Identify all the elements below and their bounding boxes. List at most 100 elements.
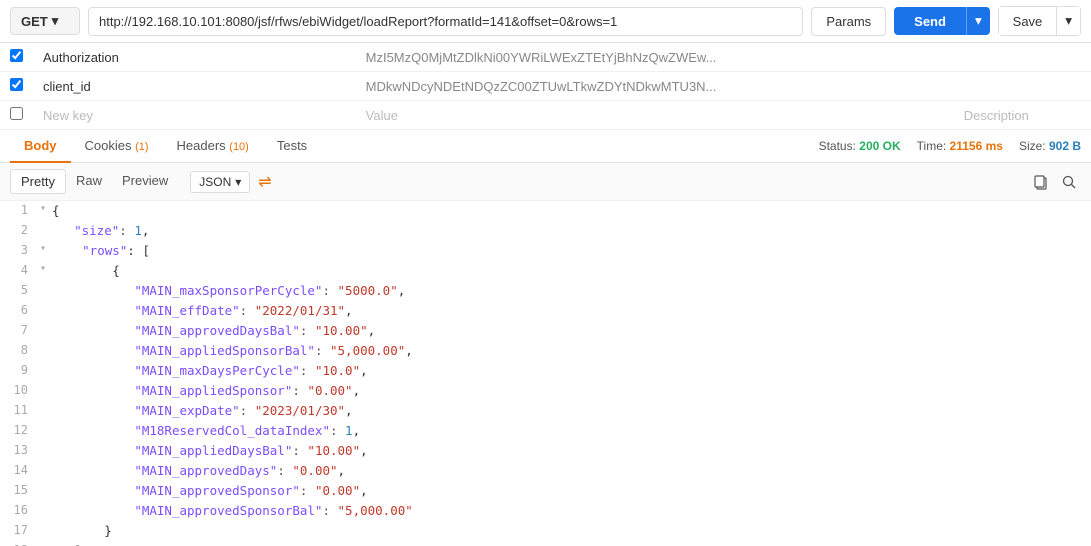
line-content: "MAIN_approvedSponsor": "0.00", [40, 481, 368, 501]
table-row: 12 "M18ReservedCol_dataIndex": 1, [0, 421, 1091, 441]
table-row: 11 "MAIN_expDate": "2023/01/30", [0, 401, 1091, 421]
send-button-group: Send ▾ [894, 7, 990, 35]
url-input[interactable] [88, 7, 803, 36]
table-row: 3▾ "rows": [ [0, 241, 1091, 261]
table-row: 18 ] [0, 541, 1091, 546]
fold-icon[interactable]: ▾ [40, 201, 46, 217]
new-value-cell: Value [356, 101, 954, 130]
headers-table: Authorization MzI5MzQ0MjMtZDlkNi00YWRiLW… [0, 43, 1091, 130]
line-content: "MAIN_appliedDaysBal": "10.00", [40, 441, 368, 461]
body-tab-pretty[interactable]: Pretty [10, 169, 66, 194]
line-content: } [40, 521, 112, 541]
size-value: 902 B [1049, 139, 1081, 153]
line-content: "MAIN_approvedSponsorBal": "5,000.00" [40, 501, 413, 521]
table-row: 16 "MAIN_approvedSponsorBal": "5,000.00" [0, 501, 1091, 521]
line-number: 4 [0, 261, 40, 280]
table-row: 15 "MAIN_approvedSponsor": "0.00", [0, 481, 1091, 501]
fold-icon[interactable]: ▾ [40, 261, 46, 277]
time-value: 21156 ms [950, 139, 1003, 153]
table-row: 7 "MAIN_approvedDaysBal": "10.00", [0, 321, 1091, 341]
fold-icon[interactable]: ▾ [40, 241, 46, 257]
table-row: 14 "MAIN_approvedDays": "0.00", [0, 461, 1091, 481]
header-desc [954, 72, 1091, 101]
new-desc-cell: Description [954, 101, 1091, 130]
send-dropdown-button[interactable]: ▾ [966, 7, 990, 35]
line-content: "rows": [ [48, 241, 150, 261]
tab-body[interactable]: Body [10, 130, 71, 163]
format-label: JSON [199, 175, 231, 189]
line-number: 13 [0, 441, 40, 460]
line-number: 14 [0, 461, 40, 480]
table-row: 10 "MAIN_appliedSponsor": "0.00", [0, 381, 1091, 401]
table-row: 6 "MAIN_effDate": "2022/01/31", [0, 301, 1091, 321]
table-row: 8 "MAIN_appliedSponsorBal": "5,000.00", [0, 341, 1091, 361]
table-row: 4▾ { [0, 261, 1091, 281]
copy-icon[interactable] [1029, 170, 1053, 194]
header-key: Authorization [33, 43, 356, 72]
search-icon[interactable] [1057, 170, 1081, 194]
save-button[interactable]: Save [998, 6, 1058, 36]
line-content: { [48, 201, 60, 221]
sort-icon[interactable]: ⇌ [258, 172, 271, 192]
line-number: 12 [0, 421, 40, 440]
line-content: "MAIN_maxSponsorPerCycle": "5000.0", [40, 281, 405, 301]
json-response: 1▾ {2 "size": 1,3▾ "rows": [4▾ {5 "MAIN_… [0, 201, 1091, 546]
body-tab-raw[interactable]: Raw [66, 169, 112, 194]
status-label: Status: 200 OK [819, 139, 901, 153]
line-number: 17 [0, 521, 40, 540]
line-number: 16 [0, 501, 40, 520]
line-number: 6 [0, 301, 40, 320]
body-tab-preview[interactable]: Preview [112, 169, 178, 194]
method-chevron: ▾ [52, 13, 59, 29]
request-bar: GET ▾ Params Send ▾ Save ▾ [0, 0, 1091, 43]
line-number: 3 [0, 241, 40, 260]
method-label: GET [21, 14, 48, 29]
line-number: 18 [0, 541, 40, 546]
table-row: 1▾ { [0, 201, 1091, 221]
save-button-group: Save ▾ [998, 6, 1081, 36]
line-number: 2 [0, 221, 40, 240]
header-value: MzI5MzQ0MjMtZDlkNi00YWRiLWExZTEtYjBhNzQw… [356, 43, 954, 72]
table-row: 9 "MAIN_maxDaysPerCycle": "10.0", [0, 361, 1091, 381]
format-chevron: ▾ [235, 175, 241, 189]
tab-headers[interactable]: Headers (10) [163, 130, 263, 163]
status-value: 200 OK [859, 139, 900, 153]
table-row: 2 "size": 1, [0, 221, 1091, 241]
line-number: 10 [0, 381, 40, 400]
line-number: 1 [0, 201, 40, 220]
line-number: 15 [0, 481, 40, 500]
send-button[interactable]: Send [894, 7, 966, 35]
line-number: 9 [0, 361, 40, 380]
line-content: "MAIN_appliedSponsor": "0.00", [40, 381, 360, 401]
params-button[interactable]: Params [811, 7, 886, 36]
response-tabs-row: BodyCookies (1)Headers (10)Tests Status:… [0, 130, 1091, 163]
line-content: "MAIN_maxDaysPerCycle": "10.0", [40, 361, 368, 381]
new-key-cell[interactable]: New key [33, 101, 356, 130]
line-content: { [48, 261, 120, 281]
header-desc [954, 43, 1091, 72]
format-selector[interactable]: JSON ▾ [190, 171, 250, 193]
body-toolbar: PrettyRawPreview JSON ▾ ⇌ [0, 163, 1091, 201]
code-section: 1▾ {2 "size": 1,3▾ "rows": [4▾ {5 "MAIN_… [0, 201, 1091, 546]
line-content: "M18ReservedCol_dataIndex": 1, [40, 421, 360, 441]
tab-cookies[interactable]: Cookies (1) [71, 130, 163, 163]
header-checkbox[interactable] [10, 78, 23, 91]
table-row: 5 "MAIN_maxSponsorPerCycle": "5000.0", [0, 281, 1091, 301]
header-checkbox[interactable] [10, 49, 23, 62]
line-number: 8 [0, 341, 40, 360]
tab-tests[interactable]: Tests [263, 130, 321, 163]
header-value: MDkwNDcyNDEtNDQzZC00ZTUwLTkwZDYtNDkwMTU3… [356, 72, 954, 101]
method-selector[interactable]: GET ▾ [10, 7, 80, 35]
line-content: "size": 1, [40, 221, 149, 241]
line-number: 11 [0, 401, 40, 420]
line-content: "MAIN_approvedDaysBal": "10.00", [40, 321, 375, 341]
line-content: "MAIN_appliedSponsorBal": "5,000.00", [40, 341, 413, 361]
save-dropdown-button[interactable]: ▾ [1057, 6, 1081, 36]
line-content: "MAIN_expDate": "2023/01/30", [40, 401, 353, 421]
status-area: Status: 200 OK Time: 21156 ms Size: 902 … [819, 139, 1081, 153]
header-checkbox[interactable] [10, 107, 23, 120]
line-content: "MAIN_approvedDays": "0.00", [40, 461, 345, 481]
line-content: ] [40, 541, 82, 546]
table-row: 13 "MAIN_appliedDaysBal": "10.00", [0, 441, 1091, 461]
table-row: 17 } [0, 521, 1091, 541]
